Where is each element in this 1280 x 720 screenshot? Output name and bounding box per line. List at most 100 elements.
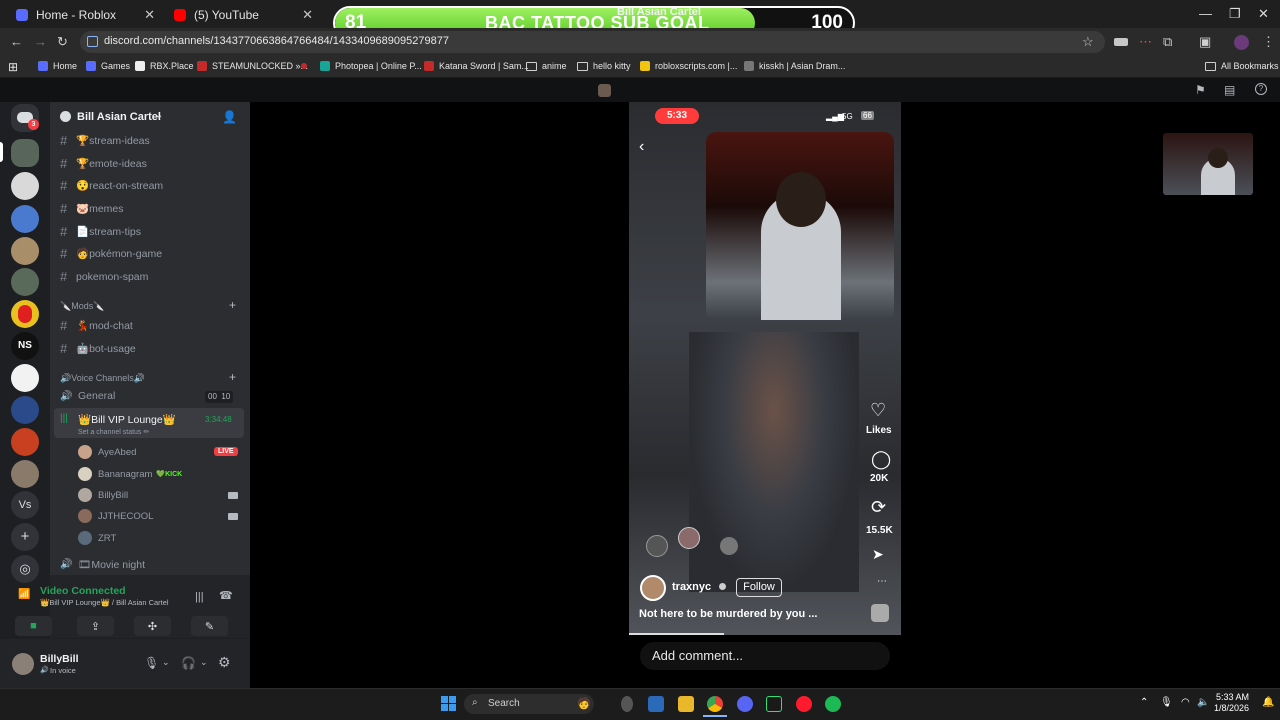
voice-user[interactable]: JJTHECOOL [78, 509, 153, 523]
reload-icon[interactable]: ↻ [57, 34, 68, 50]
channel-status-prompt[interactable]: Set a channel status ✏ [78, 428, 149, 436]
all-bookmarks[interactable]: All Bookmarks [1205, 61, 1279, 71]
server-icon[interactable] [11, 396, 39, 424]
menu-icon[interactable]: ⋮ [1262, 34, 1275, 50]
tab-roblox[interactable]: Home - Roblox ✕ [8, 4, 163, 26]
bookmark-anime[interactable]: anime [526, 61, 567, 71]
taskbar-search[interactable]: Search [464, 694, 594, 714]
flag-icon[interactable]: ⚑ [1195, 83, 1206, 97]
comment-icon[interactable]: ◯ [871, 449, 891, 470]
voice-channel-general[interactable]: 🔊 General [60, 390, 115, 402]
channel-mod-chat[interactable]: # 💃mod-chat [60, 318, 133, 333]
bookmark-hello-kitty[interactable]: hello kitty [577, 61, 631, 71]
bookmark-photopea[interactable]: Photopea | Online P... [320, 61, 422, 71]
store-icon[interactable] [648, 696, 664, 712]
chevron-down-icon[interactable]: ⌄ [200, 657, 208, 668]
chevron-up-icon[interactable]: ⌃ [1140, 697, 1148, 708]
channel-emote-ideas[interactable]: # 🏆emote-ideas [60, 156, 147, 171]
soundboard-button[interactable]: ✎ [191, 616, 228, 636]
minimize-icon[interactable]: — [1199, 6, 1212, 21]
voice-user[interactable]: AyeAbed [78, 445, 136, 459]
window-close-icon[interactable]: ✕ [1258, 6, 1269, 22]
site-info-icon[interactable] [87, 36, 98, 47]
extensions-puzzle-icon[interactable]: ⧉ [1163, 34, 1172, 50]
avatar[interactable] [12, 653, 34, 675]
bookmark-kisskh[interactable]: kisskh | Asian Dram... [744, 61, 845, 71]
disconnect-icon[interactable]: ☎ [219, 589, 233, 602]
extension-icon[interactable] [1114, 38, 1128, 46]
bookmark-rbxplace[interactable]: RBX.Place [135, 61, 194, 71]
back-icon[interactable]: ← [10, 34, 23, 49]
create-channel-icon[interactable]: + [229, 370, 236, 384]
add-server-icon[interactable]: + [11, 523, 39, 551]
channel-pokemon-spam[interactable]: # pokemon-spam [60, 269, 148, 284]
server-icon[interactable] [11, 237, 39, 265]
bookmark-games[interactable]: Games [86, 61, 130, 71]
chevron-down-icon[interactable]: ⌄ [155, 110, 163, 121]
channel-pokemon-game[interactable]: # 🧑pokémon-game [60, 246, 162, 261]
headphones-icon[interactable]: 🎧 [181, 656, 196, 670]
explore-icon[interactable]: ◎ [11, 555, 39, 583]
taskbar-clock[interactable]: 5:33 AM 1/8/2026 [1214, 692, 1249, 714]
spotify-icon[interactable] [825, 696, 841, 712]
server-icon[interactable] [11, 364, 39, 392]
pin-icon[interactable] [301, 63, 307, 69]
screen-share-button[interactable]: ⇪ [77, 616, 114, 636]
video-progress[interactable] [629, 633, 724, 635]
windows-start-icon[interactable] [441, 696, 456, 711]
close-icon[interactable]: ✕ [144, 7, 155, 23]
category-mods[interactable]: 🔪Mods🔪 [60, 301, 104, 312]
help-icon[interactable]: ? [1255, 83, 1267, 95]
notifications-icon[interactable]: 🔔 [1262, 697, 1274, 708]
comment-input[interactable]: Add comment... [640, 642, 890, 670]
channel-stream-tips[interactable]: # 📄stream-tips [60, 224, 141, 239]
activities-button[interactable]: ✣ [134, 616, 171, 636]
discord-icon[interactable] [737, 696, 753, 712]
volume-icon[interactable]: 🔈 [1197, 697, 1209, 708]
microphone-icon[interactable]: 🎙 [144, 656, 159, 670]
music-disc-icon[interactable] [871, 604, 889, 622]
side-panel-icon[interactable]: ▣ [1199, 34, 1211, 50]
channel-bot-usage[interactable]: # 🤖bot-usage [60, 341, 136, 356]
channel-memes[interactable]: # 🐷memes [60, 201, 124, 216]
channel-stream-ideas[interactable]: # 🏆stream-ideas [60, 133, 150, 148]
channel-react-on-stream[interactable]: # 😯react-on-stream [60, 178, 163, 193]
server-icon[interactable] [11, 428, 39, 456]
heart-icon[interactable]: ♡ [870, 400, 886, 421]
profile-avatar[interactable] [1234, 35, 1249, 50]
app-icon[interactable] [766, 696, 782, 712]
connection-signal-icon[interactable]: 📶 [18, 589, 30, 600]
server-icon[interactable] [11, 460, 39, 488]
send-icon[interactable]: ➤ [872, 546, 884, 563]
bookmark-robloxscripts[interactable]: robloxscripts.com |... [640, 61, 737, 71]
server-name[interactable]: Bill Asian Cartel [77, 111, 161, 123]
wifi-icon[interactable]: ◠ [1181, 697, 1190, 708]
tab-youtube[interactable]: (5) YouTube ✕ [166, 4, 321, 26]
opera-icon[interactable] [796, 696, 812, 712]
camera-toggle-button[interactable]: ■ [15, 616, 52, 636]
repost-icon[interactable]: ⟳ [871, 497, 886, 518]
chevron-down-icon[interactable]: ⌄ [162, 657, 170, 668]
voice-user[interactable]: BillyBill [78, 488, 128, 502]
server-vs[interactable]: Vs [11, 491, 39, 519]
close-icon[interactable]: ✕ [302, 7, 313, 23]
noise-suppression-icon[interactable]: ||| [195, 591, 204, 603]
server-icon[interactable] [11, 172, 39, 200]
category-voice-channels[interactable]: 🔊Voice Channels🔊 [60, 373, 145, 384]
url-field[interactable]: discord.com/channels/1343770663864766484… [80, 31, 1105, 53]
extension-red-icon[interactable]: ⋯ [1139, 34, 1152, 50]
gear-icon[interactable]: ⚙ [218, 654, 231, 671]
voice-user[interactable]: Bananagram 💚KICK [78, 467, 182, 481]
server-ns[interactable]: NS [11, 332, 39, 360]
apps-grid-icon[interactable]: ⊞ [8, 60, 18, 74]
bookmark-steamunlocked[interactable]: STEAMUNLOCKED »... [197, 61, 308, 71]
server-icon[interactable] [11, 205, 39, 233]
task-view-icon[interactable] [621, 696, 633, 712]
voice-location[interactable]: 👑Bill VIP Lounge👑 / Bill Asian Cartel [40, 598, 169, 607]
voice-user[interactable]: ZRT [78, 531, 116, 545]
invite-people-icon[interactable]: 👤 [222, 110, 237, 124]
bookmark-star-icon[interactable]: ☆ [1082, 34, 1094, 50]
server-icon[interactable] [11, 268, 39, 296]
microphone-tray-icon[interactable]: 🎙 [1160, 697, 1173, 708]
more-icon[interactable]: ⋯ [877, 576, 887, 587]
